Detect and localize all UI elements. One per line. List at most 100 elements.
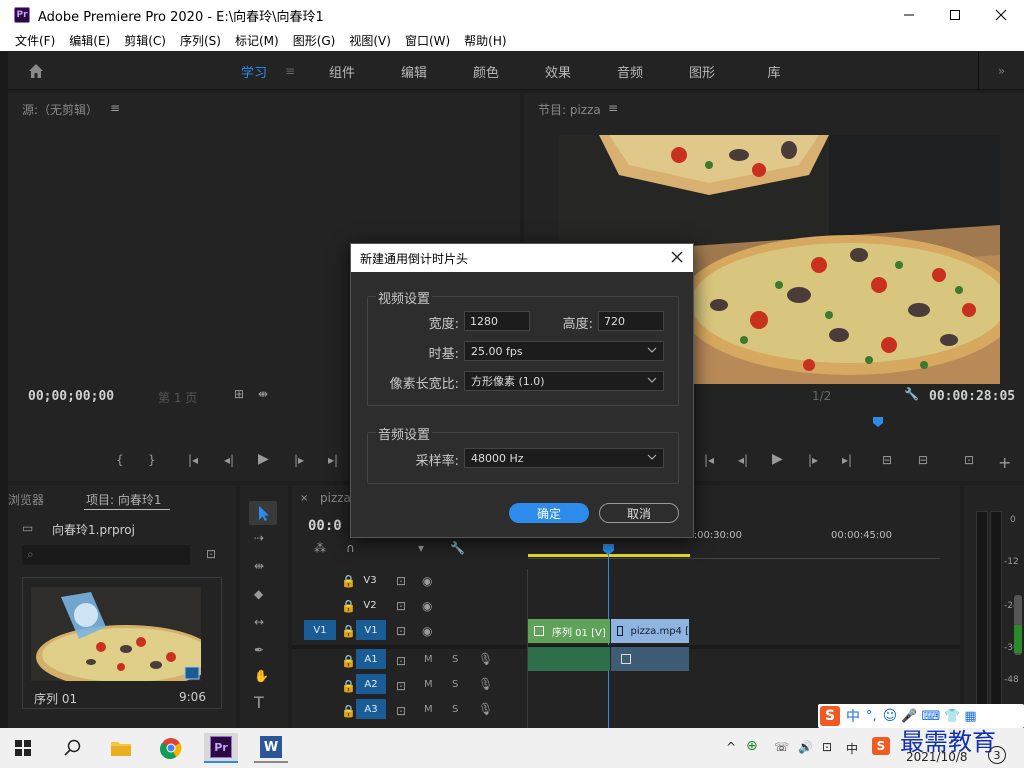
add-button-icon[interactable]: + [998, 453, 1011, 472]
track-label-a2[interactable]: A2 [356, 674, 386, 694]
source-page-select[interactable]: 第 1 页 [158, 389, 197, 406]
microphone-icon[interactable]: 🎙 [478, 702, 493, 716]
workspace-tab-learn[interactable]: 学习 [234, 62, 274, 81]
menu-view[interactable]: 视图(V) [342, 32, 398, 49]
step-back-icon[interactable]: ◂| [224, 453, 234, 467]
workspace-tab-editing[interactable]: 编辑 [378, 62, 450, 81]
program-playhead-marker[interactable] [873, 417, 883, 427]
track-label-a3[interactable]: A3 [356, 699, 386, 719]
source-settings-icon[interactable]: ⇼ [258, 387, 268, 401]
menu-file[interactable]: 文件(F) [8, 32, 62, 49]
audio-clip-sequence[interactable] [528, 647, 610, 671]
home-icon[interactable] [28, 63, 44, 79]
track-label-v3[interactable]: V3 [359, 570, 381, 590]
eye-icon[interactable]: ◉ [422, 574, 432, 588]
workspace-menu-icon[interactable]: ≡ [274, 64, 306, 78]
panel-menu-icon[interactable]: ≡ [110, 101, 120, 115]
video-clip-sequence[interactable]: 序列 01 [V] [528, 619, 610, 643]
workspace-tab-libraries[interactable]: 库 [738, 62, 810, 81]
lock-icon[interactable]: 🔒 [341, 654, 356, 668]
track-label-v1[interactable]: V1 [356, 620, 386, 640]
mute-button[interactable]: M [424, 654, 433, 665]
mark-out-icon[interactable]: } [148, 453, 156, 467]
go-to-in-icon[interactable]: |◂ [188, 453, 198, 467]
start-button[interactable] [6, 733, 40, 763]
solo-button[interactable]: S [452, 654, 458, 665]
source-timecode[interactable]: 00;00;00;00 [28, 389, 114, 404]
workspace-tab-audio[interactable]: 音频 [594, 62, 666, 81]
workspace-overflow-button[interactable]: » [978, 52, 1024, 90]
track-select-tool-icon[interactable]: ⇢ [254, 531, 264, 545]
word-taskbar-button[interactable]: W [254, 733, 288, 763]
eye-icon[interactable]: ◉ [422, 599, 432, 613]
step-back-icon[interactable]: |◂ [704, 453, 714, 467]
project-search-input[interactable]: ⌕ [22, 545, 190, 565]
premiere-taskbar-button[interactable]: Pr [204, 733, 238, 763]
tray-expand-icon[interactable]: ^ [726, 740, 736, 754]
microphone-icon[interactable]: 🎙 [478, 652, 493, 666]
step-forward-icon[interactable]: |▸ [294, 453, 304, 467]
ripple-edit-tool-icon[interactable]: ⇹ [254, 559, 264, 573]
network-icon[interactable]: ☏ [774, 740, 789, 754]
minimize-button[interactable] [886, 0, 932, 30]
mute-button[interactable]: M [424, 704, 433, 715]
sample-rate-select[interactable]: 48000 Hz [464, 448, 664, 468]
clock-date[interactable]: 2021/10/8 [906, 750, 968, 764]
sequence-thumbnail[interactable] [31, 587, 201, 681]
lock-icon[interactable]: 🔒 [341, 704, 356, 718]
panel-menu-icon[interactable]: ≡ [608, 101, 618, 115]
search-button[interactable] [56, 733, 90, 763]
pixel-aspect-select[interactable]: 方形像素 (1.0) [464, 371, 664, 391]
lock-icon[interactable]: 🔒 [341, 624, 356, 638]
export-frame-icon[interactable]: ⊞ [234, 387, 244, 401]
lock-icon[interactable]: 🔒 [341, 599, 356, 613]
input-language-indicator[interactable]: 中 [846, 740, 858, 757]
sogou-logo-icon[interactable]: S [820, 706, 840, 726]
sync-lock-icon[interactable]: ⊡ [396, 679, 406, 693]
menu-help[interactable]: 帮助(H) [457, 32, 513, 49]
wrench-icon[interactable]: 🔧 [904, 387, 919, 401]
workspace-tab-color[interactable]: 颜色 [450, 62, 522, 81]
timeline-settings-icon[interactable]: 🔧 [450, 541, 465, 555]
ok-button[interactable]: 确定 [509, 503, 589, 523]
audio-clip-pizza[interactable] [611, 647, 689, 671]
workspace-tab-graphics[interactable]: 图形 [666, 62, 738, 81]
workspace-tab-assembly[interactable]: 组件 [306, 62, 378, 81]
volume-icon[interactable]: 🔊 [798, 740, 813, 754]
sync-lock-icon[interactable]: ⊡ [396, 599, 406, 613]
timeline-timecode[interactable]: 00:0 [308, 518, 342, 534]
menu-edit[interactable]: 编辑(E) [62, 32, 117, 49]
video-clip-pizza[interactable]: pizza.mp4 [ [611, 619, 689, 643]
close-button[interactable] [978, 0, 1024, 30]
tab-project[interactable]: 项目: 向春玲1 [86, 491, 162, 508]
menu-graphics[interactable]: 图形(G) [286, 32, 343, 49]
selection-tool-button[interactable] [249, 501, 277, 525]
solo-button[interactable]: S [452, 704, 458, 715]
new-bin-icon[interactable]: ⊡ [206, 547, 216, 561]
snap-icon[interactable]: ∩ [346, 541, 355, 555]
menu-markers[interactable]: 标记(M) [228, 32, 286, 49]
lock-icon[interactable]: 🔒 [341, 679, 356, 693]
razor-tool-icon[interactable]: ◆ [254, 587, 263, 601]
track-label-a1[interactable]: A1 [356, 649, 386, 669]
source-patch-v1[interactable]: V1 [304, 620, 336, 640]
close-tab-icon[interactable]: × [300, 493, 308, 504]
export-frame-icon[interactable]: ⊡ [964, 453, 974, 467]
sogou-tray-icon[interactable]: S [872, 737, 890, 755]
type-tool-icon[interactable]: T [254, 693, 264, 712]
file-explorer-button[interactable] [104, 733, 138, 763]
menu-sequence[interactable]: 序列(S) [173, 32, 228, 49]
height-input[interactable] [598, 311, 664, 331]
width-input[interactable] [464, 311, 530, 331]
sync-lock-icon[interactable]: ⊡ [396, 704, 406, 718]
tray-monitor-icon[interactable]: ⊡ [822, 740, 832, 754]
eye-icon[interactable]: ◉ [422, 624, 432, 638]
play-icon[interactable]: ▶ [772, 451, 783, 467]
maximize-button[interactable] [932, 0, 978, 30]
sync-lock-icon[interactable]: ⊡ [396, 654, 406, 668]
ime-punctuation-toggle[interactable]: °, [866, 709, 877, 724]
ime-mode-toggle[interactable]: 中 [846, 706, 860, 726]
pen-tool-icon[interactable]: ✒ [254, 643, 264, 657]
slip-tool-icon[interactable]: ↔ [254, 615, 264, 629]
dialog-close-button[interactable] [669, 249, 685, 265]
